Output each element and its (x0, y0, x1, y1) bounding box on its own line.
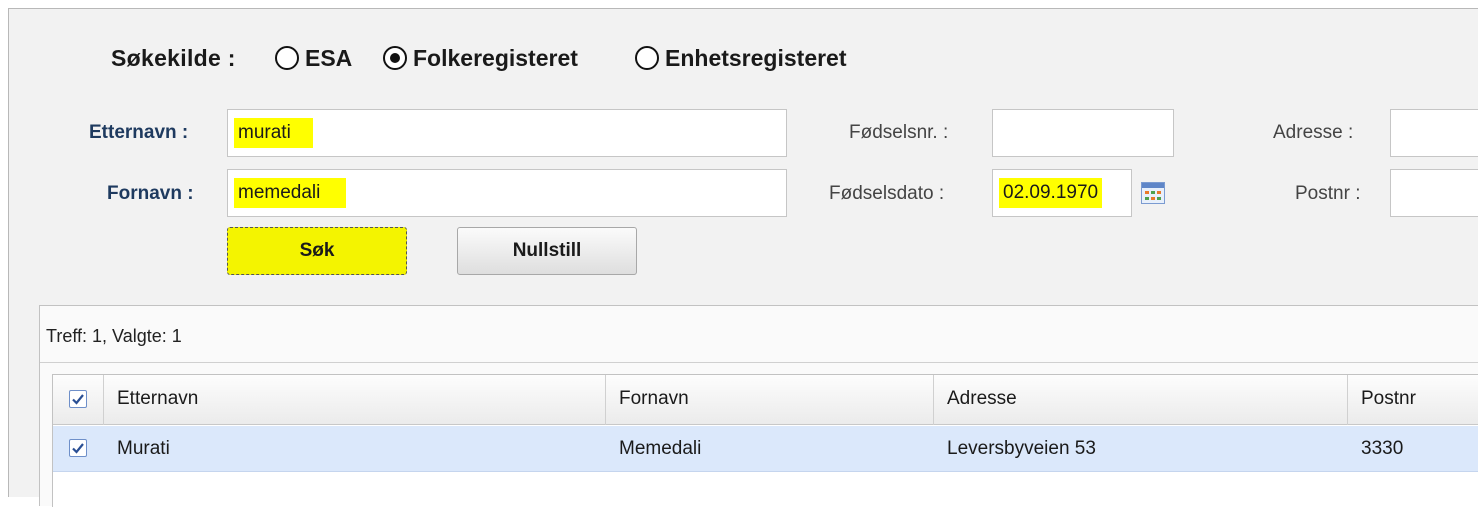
fornavn-label: Fornavn : (107, 183, 194, 205)
results-status: Treff: 1, Valgte: 1 (46, 326, 182, 346)
fodselsdato-input[interactable]: 02.09.1970 (992, 169, 1132, 217)
radio-esa[interactable] (275, 46, 299, 70)
checkbox-checked-icon (72, 394, 84, 405)
radio-folkeregisteret[interactable] (383, 46, 407, 70)
fodselsdato-value: 02.09.1970 (999, 178, 1103, 208)
postnr-input[interactable] (1390, 169, 1478, 217)
results-grid: Etternavn Fornavn Adresse Postnr Murati … (52, 374, 1478, 507)
search-source-label: Søkekilde : (111, 45, 236, 71)
postnr-label: Postnr : (1295, 183, 1361, 204)
column-header-postnr[interactable]: Postnr (1361, 388, 1416, 410)
adresse-input[interactable] (1390, 109, 1478, 157)
fodselsdato-label: Fødselsdato : (829, 183, 945, 204)
row-checkbox[interactable] (69, 439, 87, 457)
column-header-fornavn[interactable]: Fornavn (619, 388, 689, 410)
results-panel: Treff: 1, Valgte: 1 Etternavn Fornavn Ad… (39, 305, 1478, 507)
grid-header: Etternavn Fornavn Adresse Postnr (53, 375, 1478, 425)
cell-etternavn: Murati (117, 438, 170, 459)
column-separator (933, 375, 934, 425)
fodselsnr-input[interactable] (992, 109, 1174, 157)
fornavn-input[interactable]: memedali (227, 169, 787, 217)
radio-folkeregisteret-label[interactable]: Folkeregisteret (413, 45, 578, 72)
search-panel: Søkekilde : ESA Folkeregisteret Enhetsre… (8, 8, 1478, 507)
etternavn-input[interactable]: murati (227, 109, 787, 157)
search-button[interactable]: Søk (227, 227, 407, 275)
calendar-icon[interactable] (1141, 182, 1165, 204)
column-header-adresse[interactable]: Adresse (947, 388, 1017, 410)
cell-fornavn: Memedali (619, 438, 702, 459)
radio-enhetsregisteret[interactable] (635, 46, 659, 70)
etternavn-value: murati (234, 118, 313, 148)
fodselsnr-label: Fødselsnr. : (849, 122, 949, 143)
table-row[interactable]: Murati Memedali Leversbyveien 53 3330 (53, 426, 1478, 472)
divider (40, 362, 1478, 363)
select-all-checkbox[interactable] (69, 390, 87, 408)
checkbox-checked-icon (72, 443, 84, 454)
radio-enhetsregisteret-label[interactable]: Enhetsregisteret (665, 45, 847, 72)
column-separator (103, 375, 104, 425)
fornavn-value: memedali (234, 178, 347, 208)
etternavn-label: Etternavn : (89, 122, 189, 143)
reset-button[interactable]: Nullstill (457, 227, 637, 275)
cell-postnr: 3330 (1361, 438, 1404, 459)
column-separator (605, 375, 606, 425)
column-header-etternavn[interactable]: Etternavn (117, 388, 198, 410)
cell-adresse: Leversbyveien 53 (947, 438, 1096, 459)
fornavn-label-text: Fornavn : (107, 183, 194, 204)
column-separator (1347, 375, 1348, 425)
radio-esa-label[interactable]: ESA (305, 45, 352, 72)
adresse-label: Adresse : (1273, 122, 1354, 143)
